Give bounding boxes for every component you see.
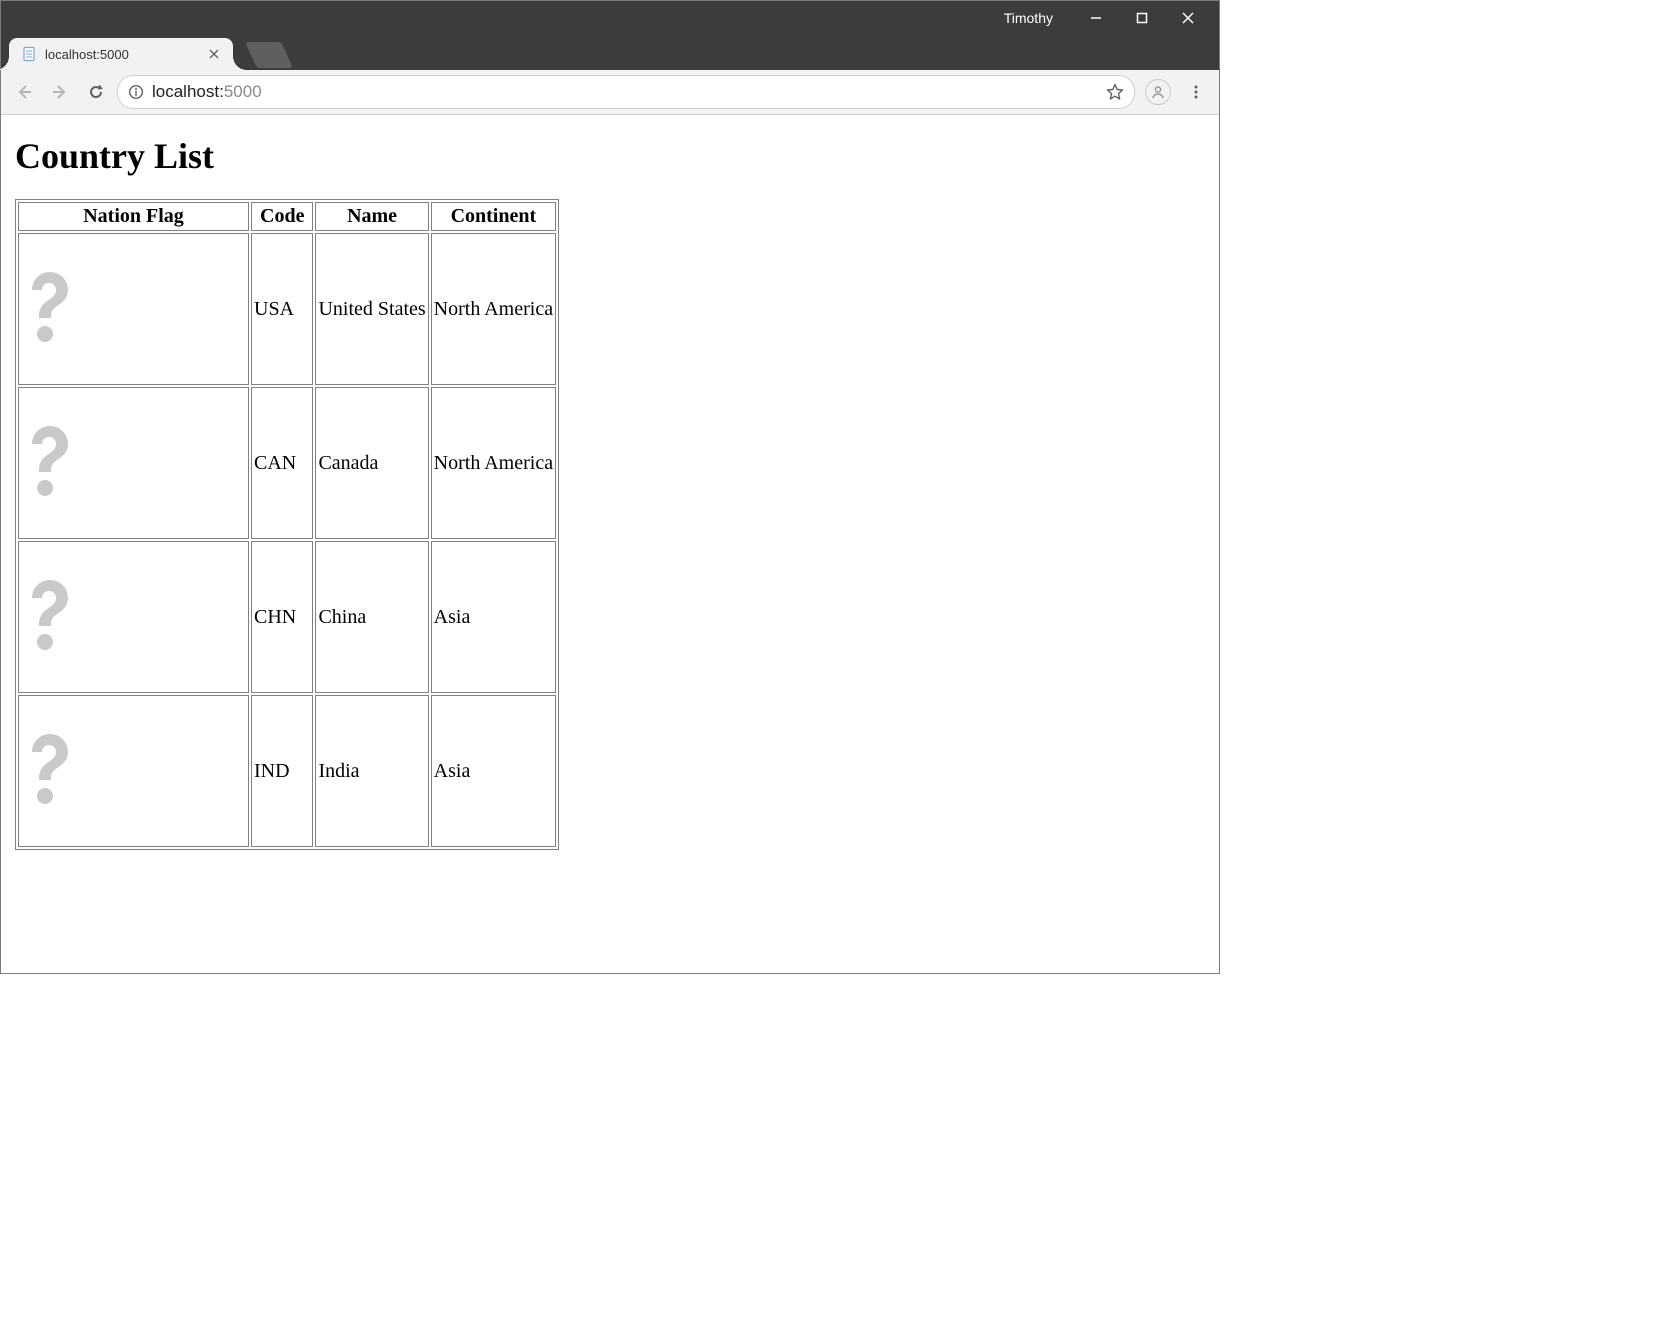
- flag-cell: [18, 387, 249, 539]
- browser-tabstrip: localhost:5000: [1, 34, 1219, 70]
- nav-reload-button[interactable]: [81, 77, 111, 107]
- broken-image-icon: [21, 268, 77, 344]
- info-icon: [128, 84, 144, 100]
- name-cell: United States: [315, 233, 428, 385]
- browser-toolbar: localhost:5000: [1, 70, 1219, 115]
- window-user-label: Timothy: [1004, 10, 1053, 26]
- table-row: CHNChinaAsia: [18, 541, 556, 693]
- name-cell: Canada: [315, 387, 428, 539]
- tab-close-button[interactable]: [207, 47, 221, 61]
- arrow-right-icon: [51, 83, 69, 101]
- address-url-port: 5000: [224, 82, 262, 101]
- table-header-name: Name: [315, 202, 428, 231]
- code-cell: USA: [251, 233, 313, 385]
- bookmark-button[interactable]: [1106, 83, 1124, 101]
- arrow-left-icon: [15, 83, 33, 101]
- table-row: INDIndiaAsia: [18, 695, 556, 847]
- window-titlebar: Timothy: [1, 1, 1219, 34]
- code-cell: CAN: [251, 387, 313, 539]
- page-icon: [21, 46, 37, 62]
- browser-menu-button[interactable]: [1181, 77, 1211, 107]
- table-header-row: Nation FlagCodeNameContinent: [18, 202, 556, 231]
- name-cell: China: [315, 541, 428, 693]
- continent-cell: North America: [431, 233, 556, 385]
- close-icon: [1182, 12, 1194, 24]
- page-heading: Country List: [15, 135, 1205, 177]
- avatar-icon: [1150, 84, 1166, 100]
- reload-icon: [87, 83, 105, 101]
- continent-cell: North America: [431, 387, 556, 539]
- broken-image-icon: [21, 576, 77, 652]
- code-cell: IND: [251, 695, 313, 847]
- table-header-flag: Nation Flag: [18, 202, 249, 231]
- window-minimize-button[interactable]: [1073, 1, 1119, 34]
- nav-back-button[interactable]: [9, 77, 39, 107]
- table-row: USAUnited StatesNorth America: [18, 233, 556, 385]
- code-cell: CHN: [251, 541, 313, 693]
- kebab-icon: [1188, 84, 1204, 100]
- country-table: Nation FlagCodeNameContinentUSAUnited St…: [15, 199, 559, 850]
- broken-image-icon: [21, 730, 77, 806]
- browser-tab-active[interactable]: localhost:5000: [9, 38, 233, 70]
- new-tab-button[interactable]: [245, 42, 293, 68]
- window-maximize-button[interactable]: [1119, 1, 1165, 34]
- name-cell: India: [315, 695, 428, 847]
- table-header-code: Code: [251, 202, 313, 231]
- maximize-icon: [1136, 12, 1148, 24]
- address-bar[interactable]: localhost:5000: [117, 75, 1135, 109]
- table-header-continent: Continent: [431, 202, 556, 231]
- table-row: CANCanadaNorth America: [18, 387, 556, 539]
- flag-cell: [18, 233, 249, 385]
- browser-window: Timothy localhost:5000: [0, 0, 1220, 974]
- profile-avatar-button[interactable]: [1145, 79, 1171, 105]
- close-icon: [209, 49, 219, 59]
- nav-forward-button[interactable]: [45, 77, 75, 107]
- minimize-icon: [1090, 12, 1102, 24]
- continent-cell: Asia: [431, 695, 556, 847]
- site-info-icon[interactable]: [128, 84, 144, 100]
- window-close-button[interactable]: [1165, 1, 1211, 34]
- star-icon: [1106, 83, 1124, 101]
- browser-tab-title: localhost:5000: [45, 47, 207, 62]
- broken-image-icon: [21, 422, 77, 498]
- flag-cell: [18, 541, 249, 693]
- page-content: Country List Nation FlagCodeNameContinen…: [1, 115, 1219, 973]
- continent-cell: Asia: [431, 541, 556, 693]
- address-url: localhost:5000: [152, 82, 262, 102]
- flag-cell: [18, 695, 249, 847]
- address-url-host: localhost:: [152, 82, 224, 101]
